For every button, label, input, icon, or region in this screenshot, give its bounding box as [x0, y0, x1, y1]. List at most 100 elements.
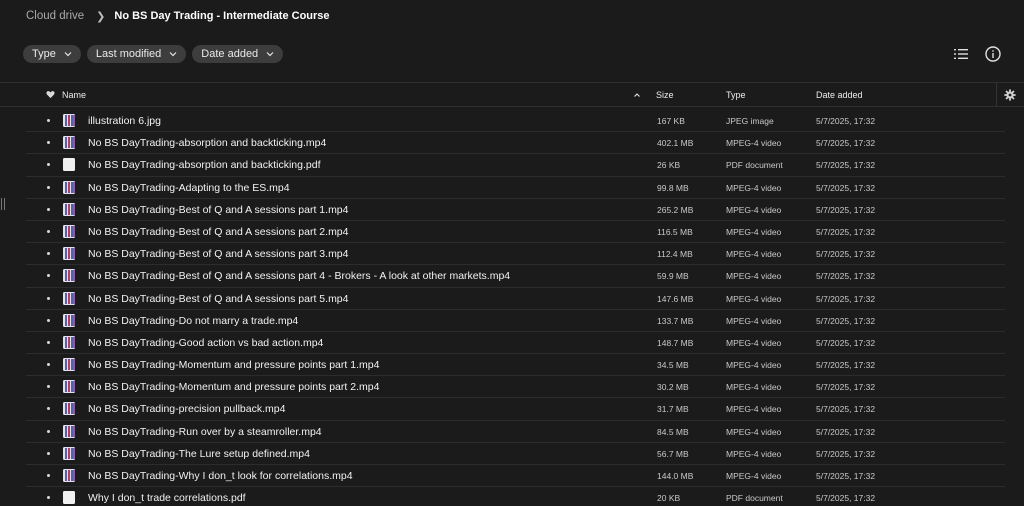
row-bullet: [47, 363, 50, 367]
file-row[interactable]: No BS DayTrading-Best of Q and A session…: [26, 243, 1005, 266]
file-type: MPEG-4 video: [726, 293, 782, 304]
file-row[interactable]: No BS DayTrading-Best of Q and A session…: [26, 221, 1005, 244]
file-name: No BS DayTrading-absorption and backtick…: [88, 137, 327, 150]
row-bullet: [47, 451, 50, 455]
file-type: MPEG-4 video: [726, 271, 782, 282]
file-size: 20 KB: [657, 493, 681, 504]
file-row[interactable]: No BS DayTrading-Do not marry a trade.mp…: [26, 310, 1005, 332]
row-bullet: [47, 119, 50, 122]
file-size: 56.7 MB: [657, 448, 689, 459]
file-type: MPEG-4 video: [726, 448, 782, 459]
row-bullet: [47, 163, 50, 167]
file-row[interactable]: No BS DayTrading-Good action vs bad acti…: [26, 332, 1005, 355]
chevron-right-icon: ❯: [96, 10, 106, 23]
file-name: No BS DayTrading-Best of Q and A session…: [88, 270, 511, 283]
filter-date-added-chip[interactable]: Date added: [192, 45, 284, 63]
row-bullet: [47, 407, 50, 411]
file-type: MPEG-4 video: [726, 226, 782, 237]
row-bullet: [47, 185, 50, 189]
file-row[interactable]: Why I don_t trade correlations.pdf 20 KB P…: [26, 487, 1005, 506]
file-size: 265.2 MB: [657, 204, 694, 215]
file-size: 116.5 MB: [657, 226, 693, 237]
file-name: No BS DayTrading-Why I don_t look for co…: [88, 470, 353, 482]
file-list-header: Name Size Type Date added: [0, 82, 1024, 107]
file-size: 59.9 MB: [657, 271, 689, 282]
row-bullet: [47, 274, 50, 278]
row-bullet: [47, 318, 50, 322]
row-bullet: [47, 141, 50, 145]
file-name: Why I don_t trade correlations.pdf: [88, 492, 246, 505]
row-bullet: [47, 229, 50, 233]
column-header-name[interactable]: Name: [62, 90, 86, 100]
heart-icon[interactable]: [46, 90, 55, 99]
breadcrumb-root-link[interactable]: Cloud drive: [26, 10, 84, 22]
row-bullet: [47, 207, 50, 211]
video-file-icon: [63, 136, 75, 150]
file-name: No BS DayTrading-Do not marry a trade.mp…: [88, 314, 299, 327]
column-header-date-added[interactable]: Date added: [816, 90, 863, 100]
file-size: 144.0 MB: [657, 471, 694, 481]
file-size: 133.7 MB: [657, 315, 694, 326]
file-date-added: 5/7/2025, 17:32: [816, 315, 876, 326]
file-date-added: 5/7/2025, 17:32: [816, 448, 876, 459]
file-date-added: 5/7/2025, 17:32: [816, 204, 876, 215]
file-row[interactable]: No BS DayTrading-Run over by a steamroll…: [26, 421, 1005, 443]
filter-type-label: Type: [32, 48, 56, 60]
row-bullet: [47, 340, 50, 344]
file-date-added: 5/7/2025, 17:32: [816, 249, 876, 260]
info-icon[interactable]: [984, 45, 1002, 63]
filter-last-modified-chip[interactable]: Last modified: [86, 45, 187, 63]
breadcrumb: Cloud drive ❯ No BS Day Trading - Interm…: [26, 8, 330, 24]
file-type: MPEG-4 video: [726, 315, 782, 326]
video-file-icon: [63, 269, 75, 283]
file-date-added: 5/7/2025, 17:32: [816, 426, 876, 437]
file-date-added: 5/7/2025, 17:32: [816, 271, 876, 282]
file-size: 34.5 MB: [657, 360, 689, 371]
file-type: PDF document: [726, 493, 783, 504]
filter-bar: Type Last modified Date added: [23, 45, 284, 63]
gear-icon[interactable]: [1004, 89, 1016, 101]
file-row[interactable]: No BS DayTrading-absorption and backtick…: [26, 154, 1005, 177]
file-name: illustration 6.jpg: [88, 115, 161, 127]
file-date-added: 5/7/2025, 17:32: [816, 471, 876, 481]
file-list: illustration 6.jpg 167 KB JPEG image 5/7/20…: [0, 110, 1024, 506]
row-bullet: [47, 296, 50, 300]
file-size: 167 KB: [657, 116, 685, 126]
row-bullet: [47, 252, 50, 256]
file-type: MPEG-4 video: [726, 182, 782, 193]
file-row[interactable]: No BS DayTrading-The Lure setup defined.…: [26, 443, 1005, 465]
file-row[interactable]: No BS DayTrading-Best of Q and A session…: [26, 265, 1005, 288]
file-date-added: 5/7/2025, 17:32: [816, 337, 876, 348]
file-row[interactable]: No BS DayTrading-Why I don_t look for co…: [26, 465, 1005, 488]
file-row[interactable]: No BS DayTrading-Momentum and pressure p…: [26, 354, 1005, 377]
file-type: MPEG-4 video: [726, 138, 782, 149]
file-size: 84.5 MB: [657, 426, 689, 437]
list-view-icon[interactable]: [952, 45, 970, 63]
file-row[interactable]: illustration 6.jpg 167 KB JPEG image 5/7/20…: [26, 110, 1005, 133]
file-row[interactable]: No BS DayTrading-absorption and backtick…: [26, 132, 1005, 155]
file-row[interactable]: No BS DayTrading-Best of Q and A session…: [26, 288, 1005, 310]
header-divider: [996, 83, 997, 107]
file-date-added: 5/7/2025, 17:32: [816, 360, 876, 371]
sort-ascending-icon[interactable]: [633, 91, 641, 99]
file-type: JPEG image: [726, 116, 774, 126]
file-row[interactable]: No BS DayTrading-Momentum and pressure p…: [26, 376, 1005, 399]
column-header-type[interactable]: Type: [726, 90, 746, 100]
file-name: No BS DayTrading-Best of Q and A session…: [88, 248, 349, 261]
filter-type-chip[interactable]: Type: [23, 45, 81, 63]
file-name: No BS DayTrading-Best of Q and A session…: [88, 225, 349, 238]
chevron-down-icon: [169, 52, 177, 57]
breadcrumb-current-folder: No BS Day Trading - Intermediate Course: [114, 10, 330, 22]
file-row[interactable]: No BS DayTrading-precision pullback.mp4 3…: [26, 398, 1005, 421]
chevron-down-icon: [64, 52, 72, 57]
file-type: MPEG-4 video: [726, 360, 782, 371]
file-type: MPEG-4 video: [726, 249, 782, 260]
pdf-file-icon: [63, 491, 75, 505]
video-file-icon: [63, 402, 75, 416]
file-name: No BS DayTrading-Momentum and pressure p…: [88, 359, 380, 372]
column-header-size[interactable]: Size: [656, 90, 674, 100]
row-bullet: [47, 496, 50, 500]
file-row[interactable]: No BS DayTrading-Best of Q and A session…: [26, 199, 1005, 221]
file-name: No BS DayTrading-absorption and backtick…: [88, 159, 321, 172]
file-row[interactable]: No BS DayTrading-Adapting to the ES.mp4 9…: [26, 177, 1005, 199]
